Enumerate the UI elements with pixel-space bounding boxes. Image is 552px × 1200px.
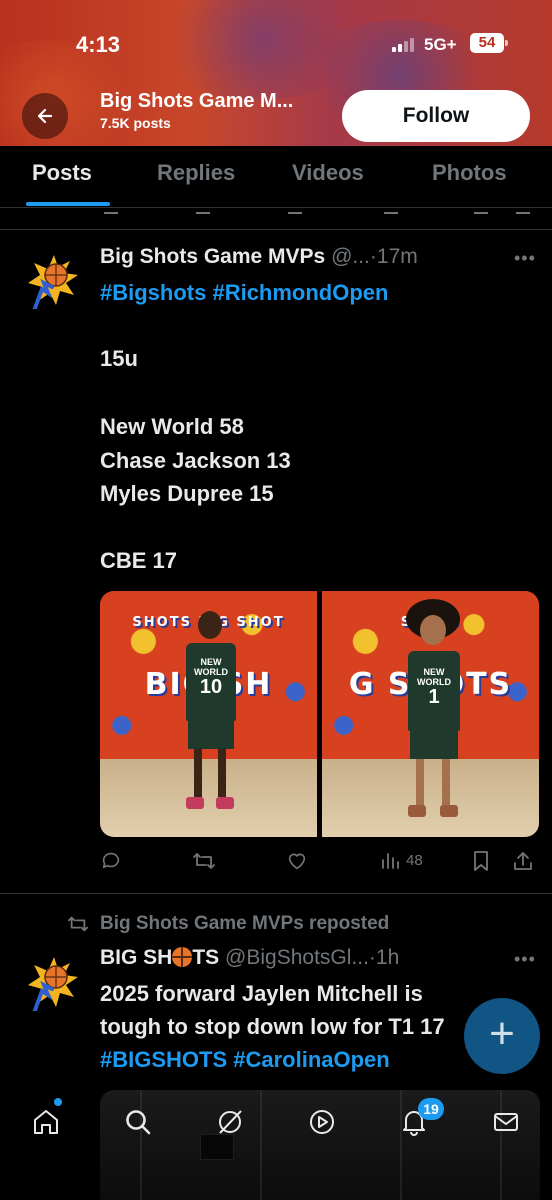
- search-icon: [126, 1110, 151, 1135]
- author-name: Big Shots Game MVPs: [100, 245, 326, 268]
- post-hashtags[interactable]: #BIGSHOTS #CarolinaOpen: [100, 1047, 390, 1073]
- like-icon: [288, 853, 306, 870]
- bottom-navigation: [0, 1088, 552, 1200]
- more-icon[interactable]: •••: [514, 248, 536, 269]
- home-unread-dot: [54, 1098, 62, 1106]
- network-label: 5G+: [424, 35, 457, 54]
- battery-icon: 54: [470, 33, 508, 53]
- grok-icon: [219, 1110, 242, 1134]
- views-icon: [382, 853, 399, 869]
- basketball-icon: [172, 947, 193, 967]
- compose-button[interactable]: +: [464, 998, 540, 1074]
- post-hashtags[interactable]: #Bigshots #RichmondOpen: [100, 280, 388, 306]
- author-name-prefix: BIG SH: [100, 946, 173, 969]
- home-icon: [34, 1110, 58, 1134]
- profile-name: Big Shots Game M...: [100, 90, 294, 112]
- post-actions: 48: [100, 850, 540, 878]
- tab-replies[interactable]: Replies: [157, 160, 235, 186]
- repost-button[interactable]: [192, 850, 216, 872]
- active-tab-indicator: [26, 202, 110, 206]
- post-author[interactable]: BIG SH TS @BigShotsGl...·1h: [100, 946, 399, 970]
- share-button[interactable]: [512, 850, 534, 872]
- plus-icon: +: [489, 1009, 515, 1058]
- reply-icon: [102, 852, 120, 869]
- post-time: ·1h: [368, 946, 400, 969]
- tab-posts[interactable]: Posts: [32, 160, 92, 186]
- like-button[interactable]: [286, 850, 308, 872]
- nav-search[interactable]: [122, 1106, 154, 1138]
- tab-photos[interactable]: Photos: [432, 160, 507, 186]
- post-text-line: Myles Dupree 15: [100, 481, 274, 506]
- tab-videos[interactable]: Videos: [292, 160, 364, 186]
- back-arrow-icon: [37, 108, 53, 124]
- back-button[interactable]: [22, 93, 68, 139]
- nav-home[interactable]: [30, 1106, 62, 1138]
- avatar[interactable]: [24, 253, 80, 313]
- nav-grok[interactable]: [214, 1106, 246, 1138]
- post-author[interactable]: Big Shots Game MVPs @...·17m: [100, 245, 418, 269]
- author-handle: @BigShotsGl...: [225, 946, 369, 969]
- player-figure: NEW WORLD 1: [398, 599, 468, 819]
- signal-icon: [392, 38, 414, 52]
- repost-icon: [68, 916, 88, 932]
- mail-icon: [494, 1113, 518, 1131]
- communities-icon: [310, 1110, 334, 1134]
- post-text-line: 15u: [100, 346, 138, 371]
- avatar[interactable]: [24, 955, 80, 1015]
- post-photo[interactable]: SHOTS BIG SHOT BIG SH NEW WORLD 10: [100, 591, 317, 837]
- nav-video[interactable]: [306, 1106, 338, 1138]
- share-icon: [514, 852, 532, 870]
- post-photo[interactable]: SHOTS G SHOTS NEW WORLD 1: [322, 591, 539, 837]
- status-bar: 4:13 5G+ 54: [0, 0, 552, 90]
- post-text-line: CBE 17: [100, 548, 178, 573]
- follow-button[interactable]: Follow: [342, 90, 530, 142]
- profile-tabs: Posts Replies Videos Photos: [0, 146, 552, 208]
- previous-post-actions: [0, 208, 552, 230]
- more-icon[interactable]: •••: [514, 949, 536, 970]
- repost-label: Big Shots Game MVPs reposted: [100, 913, 390, 934]
- post-divider: [0, 893, 552, 894]
- bookmark-button[interactable]: [472, 850, 490, 872]
- author-handle: @...: [331, 245, 370, 268]
- post-count: 7.5K posts: [100, 115, 171, 131]
- nav-messages[interactable]: [490, 1106, 522, 1138]
- views-button[interactable]: 48: [380, 850, 423, 870]
- reply-button[interactable]: [100, 850, 122, 872]
- repost-icon: [193, 853, 215, 869]
- repost-indicator[interactable]: Big Shots Game MVPs reposted: [66, 913, 389, 935]
- view-count: 48: [406, 851, 423, 869]
- bookmark-icon: [474, 851, 488, 871]
- author-name-suffix: TS: [192, 946, 220, 969]
- post-time: ·17m: [369, 245, 418, 268]
- post-text-line: Chase Jackson 13: [100, 448, 291, 473]
- post-text-line: tough to stop down low for T1 17: [100, 1014, 445, 1039]
- post-text-line: 2025 forward Jaylen Mitchell is: [100, 981, 423, 1006]
- status-time: 4:13: [76, 32, 121, 57]
- notification-badge: 19: [418, 1098, 444, 1120]
- player-figure: NEW WORLD 10: [178, 611, 244, 811]
- post-text-line: New World 58: [100, 414, 244, 439]
